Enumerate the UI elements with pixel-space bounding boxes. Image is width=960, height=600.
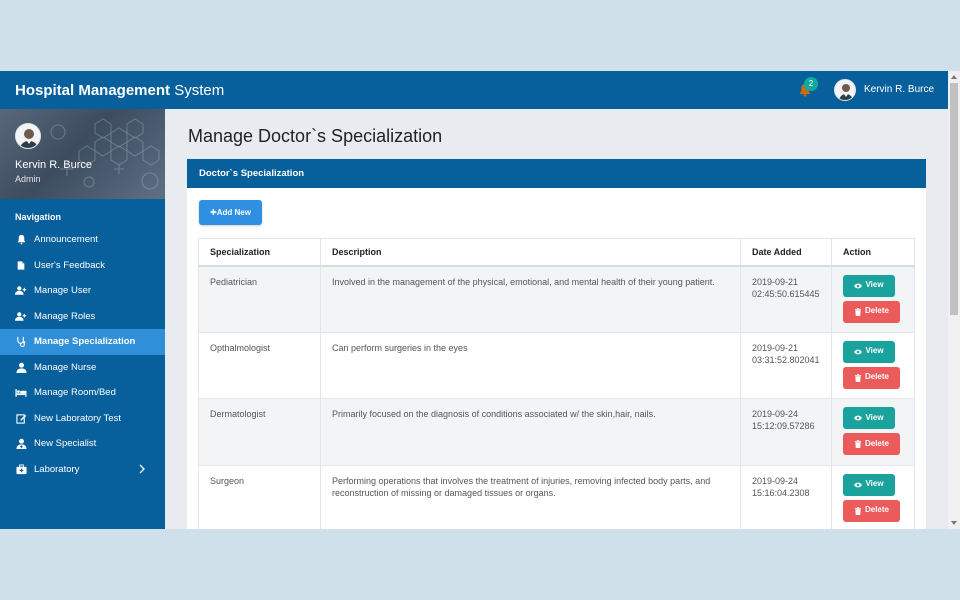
sidebar-item-label: Manage User: [34, 285, 92, 297]
delete-button[interactable]: Delete: [843, 300, 900, 323]
sidebar-item-label: New Specialist: [34, 438, 97, 450]
sidebar-item-new-specialist[interactable]: New Specialist: [0, 431, 165, 457]
delete-button[interactable]: Delete: [843, 499, 900, 522]
medkit-icon: [15, 463, 27, 475]
description-cell: Can perform surgeries in the eyes: [320, 331, 741, 399]
user-icon: [15, 361, 27, 373]
nav-heading: Navigation: [15, 212, 62, 222]
profile-role: Admin: [15, 174, 41, 184]
profile-name: Kervin R. Burce: [15, 159, 93, 171]
bell-icon: [15, 234, 27, 246]
add-new-button[interactable]: ✚Add New: [199, 200, 262, 225]
column-header-action[interactable]: Action: [831, 238, 915, 267]
view-button[interactable]: View: [843, 340, 895, 363]
description-cell: Performing operations that involves the …: [320, 464, 741, 529]
trash-icon: [854, 373, 862, 382]
trash-icon: [854, 506, 862, 515]
sidebar-item-manage-roles[interactable]: Manage Roles: [0, 304, 165, 330]
scroll-up-arrow-icon[interactable]: [951, 75, 957, 79]
description-cell: Primarily focused on the diagnosis of co…: [320, 398, 741, 466]
specialization-panel: Doctor`s Specialization ✚Add New Special…: [187, 159, 926, 529]
eye-icon: [854, 415, 863, 421]
sidebar-item-manage-nurse[interactable]: Manage Nurse: [0, 355, 165, 381]
sidebar-item-announcement[interactable]: Announcement: [0, 227, 165, 253]
avatar[interactable]: [15, 123, 41, 149]
specialization-table: Specialization Description Date Added Ac…: [198, 238, 915, 529]
eye-icon: [854, 283, 863, 288]
date-added-cell: 2019-09-21 03:31:52.802041: [740, 331, 832, 399]
action-cell: View Delete: [831, 398, 915, 466]
date-added-cell: 2019-09-24 15:16:04.2308: [740, 464, 832, 529]
column-header-date-added[interactable]: Date Added: [740, 238, 832, 267]
sidebar-nav: Announcement User's Feedback Manage User…: [0, 227, 165, 482]
brand-title[interactable]: Hospital Management System: [15, 82, 224, 99]
main-content: Manage Doctor`s Specialization Doctor`s …: [165, 109, 948, 529]
delete-button[interactable]: Delete: [843, 366, 900, 389]
sidebar-item-label: New Laboratory Test: [34, 412, 121, 424]
top-bar: Hospital Management System 2 Kervin R. B…: [0, 71, 948, 109]
stethoscope-icon: [15, 336, 27, 348]
sidebar-item-label: Laboratory: [34, 463, 80, 475]
description-cell: Involved in the management of the physic…: [320, 265, 741, 333]
column-header-specialization[interactable]: Specialization: [198, 238, 321, 267]
table-header-row: Specialization Description Date Added Ac…: [198, 238, 915, 267]
date-added-cell: 2019-09-21 02:45:50.615445: [740, 265, 832, 333]
app-window: Hospital Management System 2 Kervin R. B…: [0, 71, 960, 529]
panel-title: Doctor`s Specialization: [187, 159, 926, 188]
user-plus-icon: [15, 285, 27, 297]
column-header-description[interactable]: Description: [320, 238, 741, 267]
sidebar-item-label: Manage Room/Bed: [34, 387, 116, 399]
scroll-down-arrow-icon[interactable]: [951, 521, 957, 525]
specialization-cell: Opthalmologist: [198, 331, 321, 399]
sidebar-item-label: Manage Roles: [34, 310, 96, 322]
table-row: Pediatrician Involved in the management …: [198, 265, 915, 333]
table-row: Opthalmologist Can perform surgeries in …: [198, 331, 915, 399]
plus-icon: ✚: [210, 208, 217, 217]
avatar[interactable]: [834, 79, 856, 101]
table-row: Surgeon Performing operations that invol…: [198, 464, 915, 529]
delete-button[interactable]: Delete: [843, 433, 900, 455]
action-cell: View Delete: [831, 331, 915, 399]
sidebar-item-new-laboratory-test[interactable]: New Laboratory Test: [0, 406, 165, 432]
profile-card: Kervin R. Burce Admin: [0, 109, 165, 199]
specialization-cell: Dermatologist: [198, 398, 321, 466]
bed-icon: [15, 387, 27, 399]
notification-count-badge: 2: [804, 77, 818, 91]
user-plus-icon: [15, 310, 27, 322]
action-cell: View Delete: [831, 464, 915, 529]
sidebar-item-users-feedback[interactable]: User's Feedback: [0, 253, 165, 279]
specialization-cell: Surgeon: [198, 464, 321, 529]
vertical-scrollbar[interactable]: [948, 71, 960, 529]
chevron-right-icon: [139, 464, 145, 473]
sidebar-item-manage-room-bed[interactable]: Manage Room/Bed: [0, 380, 165, 406]
sidebar-item-manage-user[interactable]: Manage User: [0, 278, 165, 304]
user-name[interactable]: Kervin R. Burce: [864, 84, 934, 95]
user-doctor-icon: [15, 438, 27, 450]
page-title: Manage Doctor`s Specialization: [188, 126, 443, 146]
trash-icon: [854, 440, 862, 448]
sidebar-item-laboratory[interactable]: Laboratory: [0, 457, 165, 483]
sidebar-item-label: User's Feedback: [34, 259, 105, 271]
sidebar-item-label: Manage Nurse: [34, 361, 97, 373]
sidebar: Kervin R. Burce Admin Navigation Announc…: [0, 109, 165, 529]
sidebar-item-label: Announcement: [34, 234, 98, 246]
view-button[interactable]: View: [843, 407, 895, 429]
view-button[interactable]: View: [843, 473, 895, 496]
edit-icon: [15, 412, 27, 424]
document-icon: [15, 259, 27, 271]
eye-icon: [854, 482, 863, 487]
specialization-cell: Pediatrician: [198, 265, 321, 333]
view-button[interactable]: View: [843, 274, 895, 297]
scroll-thumb[interactable]: [950, 83, 958, 315]
trash-icon: [854, 307, 862, 316]
action-cell: View Delete: [831, 265, 915, 333]
date-added-cell: 2019-09-24 15:12:09.57286: [740, 398, 832, 466]
eye-icon: [854, 349, 863, 354]
sidebar-item-manage-specialization[interactable]: Manage Specialization: [0, 329, 165, 355]
table-row: Dermatologist Primarily focused on the d…: [198, 398, 915, 466]
sidebar-item-label: Manage Specialization: [34, 336, 136, 348]
